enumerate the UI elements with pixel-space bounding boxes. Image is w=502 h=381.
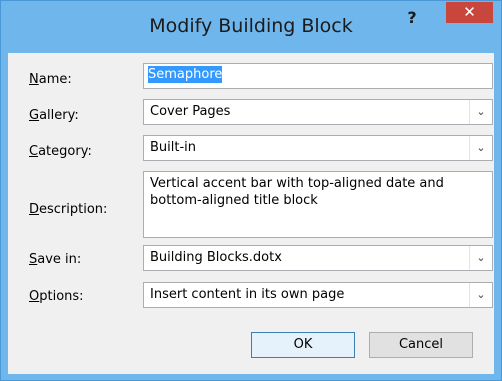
gallery-label: Gallery: <box>29 108 79 123</box>
name-input[interactable]: Semaphore <box>143 63 493 89</box>
gallery-dropdown[interactable]: Cover Pages ⌄ <box>143 99 493 125</box>
category-label: Category: <box>29 144 92 159</box>
save-in-dropdown[interactable]: Building Blocks.dotx ⌄ <box>143 245 493 271</box>
title-bar[interactable]: Modify Building Block ? ✕ <box>1 1 501 53</box>
options-dropdown[interactable]: Insert content in its own page ⌄ <box>143 282 493 308</box>
help-button[interactable]: ? <box>397 6 427 30</box>
category-value: Built-in <box>150 140 197 155</box>
chevron-down-icon[interactable]: ⌄ <box>469 246 492 270</box>
dialog-body: Name: Semaphore Gallery: Cover Pages ⌄ C… <box>8 53 494 374</box>
gallery-value: Cover Pages <box>150 104 231 119</box>
name-value: Semaphore <box>148 66 223 83</box>
category-dropdown[interactable]: Built-in ⌄ <box>143 135 493 161</box>
options-value: Insert content in its own page <box>150 287 345 302</box>
save-in-label: Save in: <box>29 252 82 267</box>
options-label: Options: <box>29 289 84 304</box>
chevron-down-icon[interactable]: ⌄ <box>469 136 492 160</box>
chevron-down-icon[interactable]: ⌄ <box>469 283 492 307</box>
description-textarea[interactable]: Vertical accent bar with top-aligned dat… <box>143 171 493 238</box>
close-icon: ✕ <box>463 3 476 21</box>
description-value: Vertical accent bar with top-aligned dat… <box>150 176 444 208</box>
close-button[interactable]: ✕ <box>446 2 493 23</box>
chevron-down-icon[interactable]: ⌄ <box>469 100 492 124</box>
name-label: Name: <box>29 72 72 87</box>
dialog-window: Modify Building Block ? ✕ Name: Semaphor… <box>0 0 502 381</box>
save-in-value: Building Blocks.dotx <box>150 250 282 265</box>
ok-button[interactable]: OK <box>251 332 355 358</box>
cancel-button[interactable]: Cancel <box>369 332 473 358</box>
description-label: Description: <box>29 202 108 217</box>
